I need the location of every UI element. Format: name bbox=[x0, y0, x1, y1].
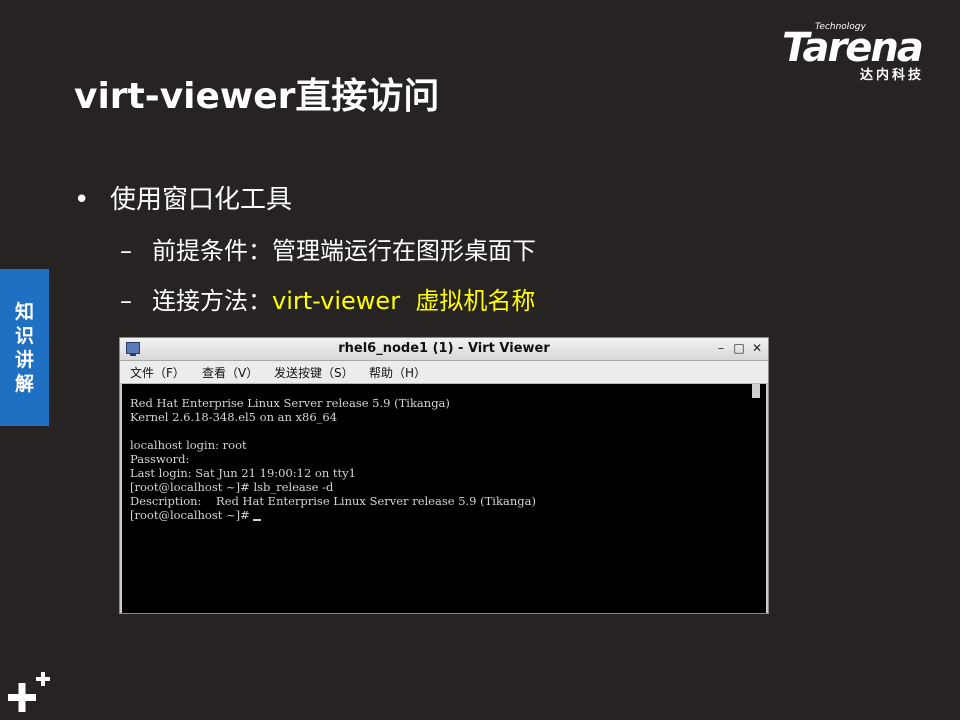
logo-sub-text: 达内科技 bbox=[860, 68, 925, 83]
console-line: localhost login: root bbox=[130, 438, 247, 452]
window-title: rhel6_node1 (1) - Virt Viewer bbox=[338, 341, 550, 356]
bullet-dot-icon: • bbox=[74, 185, 90, 215]
menu-file[interactable]: 文件（F） bbox=[130, 364, 185, 381]
console-line: Red Hat Enterprise Linux Server release … bbox=[130, 396, 450, 410]
menu-help[interactable]: 帮助（H） bbox=[369, 364, 426, 381]
side-tab-char: 解 bbox=[14, 372, 34, 395]
sub-bullet-prefix: 连接方法： bbox=[152, 287, 272, 315]
console-line: [root@localhost ~]# lsb_release -d bbox=[130, 480, 334, 494]
console-line: Last login: Sat Jun 21 19:00:12 on tty1 bbox=[130, 466, 356, 480]
virt-viewer-window: rhel6_node1 (1) - Virt Viewer – □ ✕ 文件（F… bbox=[119, 337, 769, 614]
bullet-item: • 使用窗口化工具 bbox=[74, 180, 292, 220]
console-line: [root@localhost ~]# bbox=[130, 508, 254, 522]
side-tab-char: 知 bbox=[14, 300, 34, 323]
knowledge-side-tab: 知 识 讲 解 bbox=[0, 269, 49, 426]
console-scrollbar[interactable] bbox=[752, 384, 760, 398]
console-line: Description: Red Hat Enterprise Linux Se… bbox=[130, 494, 536, 508]
menu-bar: 文件（F） 查看（V） 发送按键（S） 帮助（H） bbox=[120, 361, 768, 384]
dash-icon: – bbox=[120, 287, 132, 315]
sub-bullet-method: – 连接方法：virt-viewer 虚拟机名称 bbox=[120, 284, 535, 318]
side-tab-char: 识 bbox=[14, 324, 34, 347]
minimize-button[interactable]: – bbox=[714, 341, 728, 356]
dash-icon: – bbox=[120, 237, 132, 265]
text-cursor bbox=[253, 519, 262, 521]
sub-bullet-text: 前提条件：管理端运行在图形桌面下 bbox=[152, 237, 536, 265]
command-highlight: virt-viewer 虚拟机名称 bbox=[272, 287, 536, 315]
bullet-text: 使用窗口化工具 bbox=[110, 185, 293, 215]
maximize-button[interactable]: □ bbox=[732, 341, 746, 356]
console-line: Kernel 2.6.18-348.el5 on an x86_64 bbox=[130, 410, 338, 424]
menu-view[interactable]: 查看（V） bbox=[202, 364, 258, 381]
side-tab-char: 讲 bbox=[14, 348, 34, 371]
slide-title: virt-viewer直接访问 bbox=[74, 76, 440, 117]
tarena-logo: Technology Tarena 达内科技 bbox=[778, 22, 948, 84]
plus-logo-icon bbox=[8, 672, 50, 712]
close-button[interactable]: ✕ bbox=[750, 341, 764, 356]
sub-bullet-precondition: – 前提条件：管理端运行在图形桌面下 bbox=[120, 234, 536, 268]
console-output: Red Hat Enterprise Linux Server release … bbox=[130, 396, 536, 522]
console-line: Password: bbox=[130, 452, 190, 466]
window-titlebar[interactable]: rhel6_node1 (1) - Virt Viewer – □ ✕ bbox=[120, 338, 768, 361]
menu-send-key[interactable]: 发送按键（S） bbox=[274, 364, 354, 381]
guest-console[interactable]: Red Hat Enterprise Linux Server release … bbox=[122, 384, 766, 613]
